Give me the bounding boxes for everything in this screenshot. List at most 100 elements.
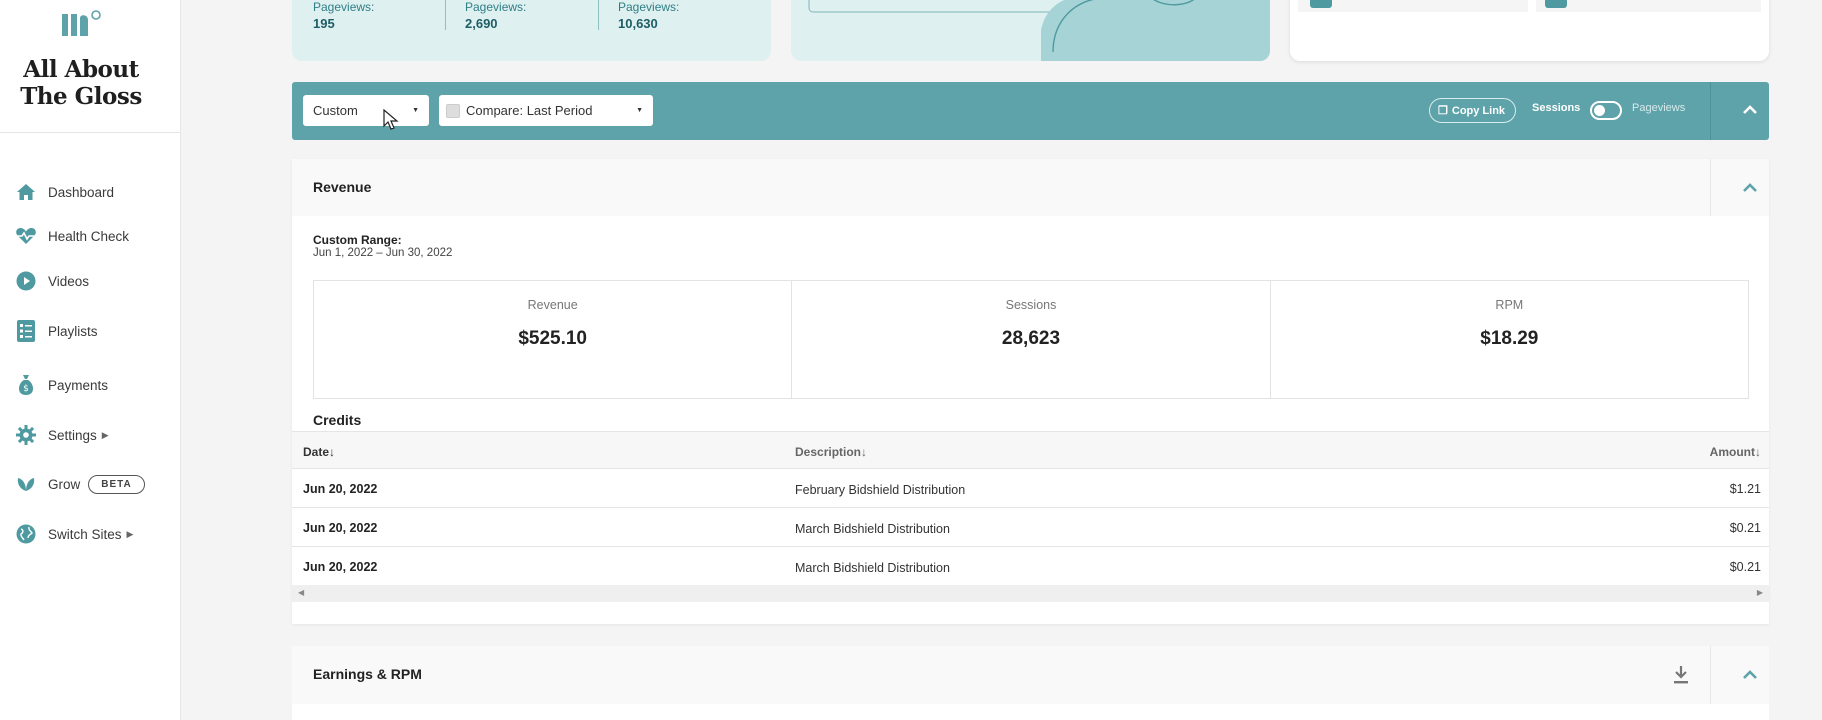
scroll-right-icon[interactable]: ▶ bbox=[1757, 588, 1763, 597]
revenue-title: Revenue bbox=[313, 179, 372, 195]
description-column-header[interactable]: Description↓ bbox=[795, 445, 867, 459]
toggle-knob bbox=[1594, 105, 1605, 116]
play-icon bbox=[14, 269, 38, 293]
download-icon[interactable] bbox=[1672, 665, 1690, 685]
caret-right-icon: ▶ bbox=[126, 528, 134, 539]
decorative-graphic bbox=[1298, 0, 1761, 12]
site-brand-name[interactable]: All About The Gloss bbox=[0, 56, 162, 110]
metric-value: $525.10 bbox=[518, 328, 587, 349]
credits-table: Date↓ Description↓ Amount↓ Jun 20, 2022 … bbox=[292, 431, 1769, 586]
compare-value: Compare: Last Period bbox=[466, 103, 593, 118]
money-bag-icon: $ bbox=[14, 373, 38, 397]
globe-icon bbox=[14, 522, 38, 546]
chevron-up-icon[interactable] bbox=[1740, 100, 1760, 120]
sidebar-item-settings[interactable]: Settings ▶ bbox=[14, 425, 109, 445]
metric-value: $18.29 bbox=[1480, 328, 1539, 349]
compare-select[interactable]: Compare: Last Period ▼ bbox=[439, 95, 653, 126]
table-row: Jun 20, 2022 February Bidshield Distribu… bbox=[292, 469, 1769, 508]
gear-icon bbox=[14, 423, 38, 447]
sidebar-item-label: Payments bbox=[48, 377, 109, 393]
row-description: February Bidshield Distribution bbox=[795, 483, 966, 497]
pageviews-stat: Pageviews: 10,630 bbox=[618, 0, 679, 31]
table-horizontal-scrollbar[interactable]: ◀ ▶ bbox=[292, 585, 1769, 602]
metric-label: Revenue bbox=[527, 298, 578, 312]
metric-label: RPM bbox=[1495, 298, 1524, 312]
dropdown-arrow-icon: ▼ bbox=[412, 107, 419, 114]
sort-arrow-icon: ↓ bbox=[329, 445, 336, 459]
sidebar-item-label: Health Check bbox=[48, 228, 130, 244]
sessions-pageviews-toggle[interactable] bbox=[1590, 101, 1622, 120]
row-description: March Bidshield Distribution bbox=[795, 522, 950, 536]
sidebar-item-label: Switch Sites bbox=[48, 526, 122, 542]
earnings-title: Earnings & RPM bbox=[313, 666, 422, 682]
sidebar-item-videos[interactable]: Videos bbox=[14, 271, 89, 291]
header-label: Amount bbox=[1709, 445, 1755, 459]
sidebar-item-switch-sites[interactable]: Switch Sites ▶ bbox=[14, 524, 133, 544]
pageviews-stat: Pageviews: 195 bbox=[313, 0, 374, 31]
sort-arrow-icon: ↓ bbox=[1755, 445, 1761, 459]
earnings-panel-header: Earnings & RPM bbox=[292, 646, 1769, 704]
custom-range-value: Jun 1, 2022 – Jun 30, 2022 bbox=[313, 247, 453, 259]
date-range-select[interactable]: Custom ▼ bbox=[303, 95, 429, 126]
row-date: Jun 20, 2022 bbox=[303, 482, 378, 496]
chart-card bbox=[791, 0, 1270, 61]
sidebar-item-payments[interactable]: $ Payments bbox=[14, 375, 108, 395]
leaf-icon bbox=[14, 472, 38, 496]
header-label: Date bbox=[303, 445, 330, 459]
sidebar-item-label: Videos bbox=[48, 273, 90, 289]
table-header-row: Date↓ Description↓ Amount↓ bbox=[292, 431, 1769, 469]
metric-label: Sessions bbox=[1005, 298, 1057, 312]
credits-title: Credits bbox=[313, 412, 362, 428]
pageviews-label: Pageviews: bbox=[313, 0, 375, 14]
list-icon bbox=[14, 319, 38, 343]
date-range-value: Custom bbox=[313, 103, 358, 118]
sidebar-item-playlists[interactable]: Playlists bbox=[14, 319, 98, 343]
chevron-up-icon[interactable] bbox=[1740, 178, 1760, 198]
table-row: Jun 20, 2022 March Bidshield Distributio… bbox=[292, 547, 1769, 586]
date-column-header[interactable]: Date↓ bbox=[303, 445, 335, 459]
pageviews-stat: Pageviews: 2,690 bbox=[465, 0, 526, 31]
scroll-left-icon[interactable]: ◀ bbox=[298, 588, 304, 597]
beta-badge: BETA bbox=[88, 474, 145, 494]
amount-column-header[interactable]: Amount↓ bbox=[1710, 445, 1761, 459]
svg-text:$: $ bbox=[23, 384, 29, 394]
row-amount: $0.21 bbox=[1729, 521, 1761, 535]
sort-arrow-icon: ↓ bbox=[861, 445, 868, 459]
revenue-metrics: Revenue $525.10 Sessions 28,623 RPM $18.… bbox=[313, 280, 1749, 399]
pageviews-value: 2,690 bbox=[465, 16, 498, 31]
metric-sessions: Sessions 28,623 bbox=[792, 281, 1271, 398]
pageviews-label: Pageviews: bbox=[465, 0, 527, 14]
decorative-graphic bbox=[808, 0, 1270, 61]
sidebar-item-label: Dashboard bbox=[48, 184, 115, 200]
row-date: Jun 20, 2022 bbox=[303, 560, 378, 574]
sidebar-item-dashboard[interactable]: Dashboard bbox=[14, 182, 114, 202]
caret-right-icon: ▶ bbox=[101, 429, 109, 440]
metric-rpm: RPM $18.29 bbox=[1271, 281, 1748, 398]
row-date: Jun 20, 2022 bbox=[303, 521, 378, 535]
filter-bar: Custom ▼ Compare: Last Period ▼ ❐ Copy L… bbox=[292, 82, 1769, 140]
home-icon bbox=[14, 180, 38, 204]
stat-divider bbox=[598, 0, 599, 30]
pageviews-toggle-label: Pageviews bbox=[1632, 102, 1686, 114]
dropdown-arrow-icon: ▼ bbox=[636, 107, 643, 114]
revenue-panel-header: Revenue bbox=[292, 159, 1769, 216]
pageviews-value: 195 bbox=[313, 16, 335, 31]
sidebar-item-label: Playlists bbox=[48, 323, 98, 339]
compare-checkbox[interactable] bbox=[446, 103, 460, 118]
row-amount: $0.21 bbox=[1729, 560, 1761, 574]
logo-icon[interactable] bbox=[58, 8, 104, 38]
filter-bar-divider bbox=[1710, 82, 1711, 140]
chevron-up-icon[interactable] bbox=[1740, 665, 1760, 685]
sessions-toggle-label: Sessions bbox=[1532, 102, 1581, 114]
sidebar-item-grow[interactable]: Grow BETA bbox=[14, 474, 145, 494]
header-divider bbox=[1710, 646, 1711, 704]
custom-range-label: Custom Range: bbox=[313, 233, 402, 247]
revenue-panel: Revenue Custom Range: Jun 1, 2022 – Jun … bbox=[292, 159, 1769, 624]
sidebar-item-health-check[interactable]: Health Check bbox=[14, 226, 129, 246]
pageviews-card: Pageviews: 195 Pageviews: 2,690 Pageview… bbox=[292, 0, 771, 61]
mouse-cursor-icon bbox=[383, 109, 399, 130]
header-label: Description bbox=[795, 445, 862, 459]
row-amount: $1.21 bbox=[1729, 482, 1761, 496]
pageviews-label: Pageviews: bbox=[618, 0, 680, 14]
copy-link-button[interactable]: ❐ Copy Link bbox=[1429, 98, 1517, 123]
